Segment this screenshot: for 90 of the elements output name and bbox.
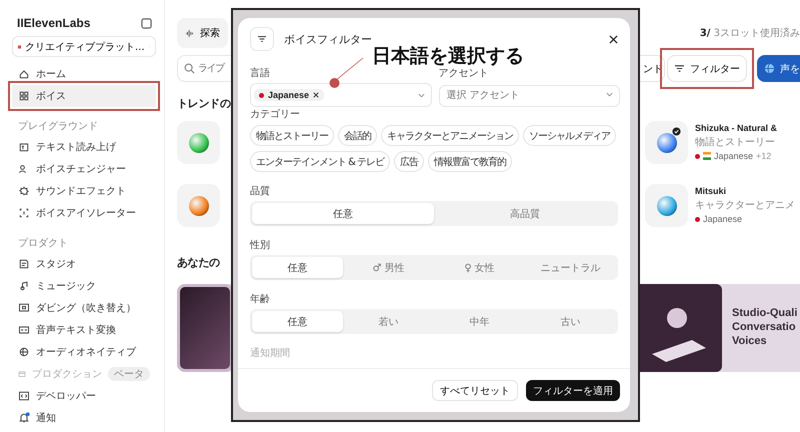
category-chip[interactable]: 会話的 <box>338 125 377 146</box>
brand-logo: IIElevenLabs <box>17 16 90 30</box>
category-chip[interactable]: ソーシャルメディア <box>523 125 616 146</box>
beta-badge: ベータ <box>108 367 150 381</box>
category-chip[interactable]: キャラクターとアニメーション <box>381 125 519 146</box>
workspace-selector[interactable]: クリエイティブプラット... <box>12 36 156 57</box>
filter-icon <box>257 35 267 43</box>
filter-button[interactable]: フィルター <box>667 55 747 82</box>
segment-option[interactable]: 若い <box>343 311 434 332</box>
japan-flag-icon <box>695 216 700 222</box>
language-count: +12 <box>756 151 772 161</box>
section-heading: あなたの <box>177 255 220 270</box>
field-label: アクセント <box>438 67 490 80</box>
voice-category: 物語とストーリー <box>695 136 776 149</box>
apply-button[interactable]: フィルターを適用 <box>526 380 620 401</box>
remove-icon[interactable] <box>313 92 320 98</box>
voice-language: Japanese <box>703 214 742 224</box>
banner-title: Studio-Quali Conversatio Voices <box>732 307 798 349</box>
segment-option[interactable]: 任意 <box>252 257 343 278</box>
field-label: 性別 <box>250 238 271 252</box>
panel-toggle-icon[interactable] <box>141 18 152 28</box>
create-voice-button[interactable]: 声を <box>757 55 800 82</box>
music-note-icon <box>18 280 30 292</box>
segment-option[interactable]: 任意 <box>252 311 343 332</box>
nav-item[interactable]: ボイスアイソレーター <box>12 202 156 224</box>
voice-language: Japanese <box>714 151 754 161</box>
globe-icon <box>764 63 775 74</box>
segment-option[interactable]: 高品質 <box>434 203 616 224</box>
india-flag-icon <box>703 152 711 160</box>
screen-icon <box>18 302 30 314</box>
field-label: カテゴリー <box>250 108 301 121</box>
nav-section-label: プレイグラウンド <box>17 120 99 134</box>
segment-option[interactable]: ♀ 女性 <box>434 257 525 278</box>
voice-name: Mitsuki <box>695 186 728 196</box>
nav-item[interactable]: デベロッパー <box>12 385 156 407</box>
close-button[interactable] <box>607 32 620 46</box>
filter-icon <box>674 64 685 73</box>
segment-option[interactable]: ニュートラル <box>525 257 616 278</box>
field-label: 年齢 <box>250 292 271 306</box>
section-heading: トレンドの <box>177 96 231 111</box>
reset-button[interactable]: すべてリセット <box>432 380 518 401</box>
nav-item[interactable]: スタジオ <box>12 253 156 275</box>
voice-category: キャラクターとアニメ <box>695 199 795 212</box>
field-label: 品質 <box>250 184 271 198</box>
globe-icon <box>18 346 30 358</box>
nav-item[interactable]: ミュージック <box>12 275 156 297</box>
segment-option[interactable]: 古い <box>525 311 616 332</box>
field-label: 通知期間 <box>250 346 291 360</box>
voice-avatar[interactable] <box>645 121 688 164</box>
gear-icon <box>18 185 30 197</box>
nav-item[interactable]: ダビング（吹き替え） <box>12 297 156 319</box>
nav-item[interactable]: 音声テキスト変換 <box>12 319 156 341</box>
nav-item[interactable]: ボイスチェンジャー <box>12 158 156 180</box>
nav-item[interactable]: ボイス <box>12 85 156 107</box>
nav-section-label: プロダクト <box>17 236 69 251</box>
leader-line <box>329 57 365 89</box>
segment-option[interactable]: 任意 <box>252 203 434 224</box>
category-chip[interactable]: 広告 <box>394 151 424 172</box>
accent-select[interactable]: 選択 アクセント <box>438 84 620 106</box>
frame-icon <box>18 207 30 219</box>
nav-item[interactable]: ホーム <box>12 63 156 85</box>
language-chip[interactable]: Japanese <box>254 89 324 101</box>
document-icon <box>18 258 30 270</box>
segment-option[interactable]: 中年 <box>434 311 525 332</box>
explore-tab[interactable]: 探索 <box>177 18 228 48</box>
nav-item[interactable]: サウンドエフェクト <box>12 180 156 202</box>
code-icon <box>18 390 30 402</box>
search-icon <box>184 63 195 74</box>
chevron-down-icon <box>606 92 613 97</box>
text-box-icon <box>18 141 30 153</box>
chevron-down-icon <box>418 92 424 98</box>
japan-flag-icon <box>695 154 700 158</box>
callout-text: 日本語を選択する <box>372 44 524 68</box>
category-chip[interactable]: 情報豊富で教育的 <box>428 151 512 172</box>
dialog-title: ボイスフィルター <box>284 32 373 46</box>
nav-item[interactable]: テキスト読み上げ <box>12 136 156 158</box>
nav-item[interactable]: オーディオネイティブ <box>12 341 156 363</box>
grid-icon <box>18 90 30 102</box>
field-label: 言語 <box>250 66 271 80</box>
slots-usage-text: 3/ 3スロット使用済み <box>700 26 800 40</box>
language-select[interactable]: Japanese <box>250 83 432 107</box>
category-chip[interactable]: エンターテインメント & テレビ <box>250 151 390 172</box>
caption-icon <box>18 324 30 336</box>
segment-option[interactable]: ♂ 男性 <box>343 257 434 278</box>
verified-badge-icon <box>672 127 681 136</box>
category-chip[interactable]: 物語とストーリー <box>250 125 334 146</box>
nav-item[interactable]: 通知 <box>12 407 156 429</box>
bell-icon <box>18 412 30 424</box>
home-icon <box>18 68 30 80</box>
voice-name: Shizuka - Natural & <box>695 123 778 133</box>
